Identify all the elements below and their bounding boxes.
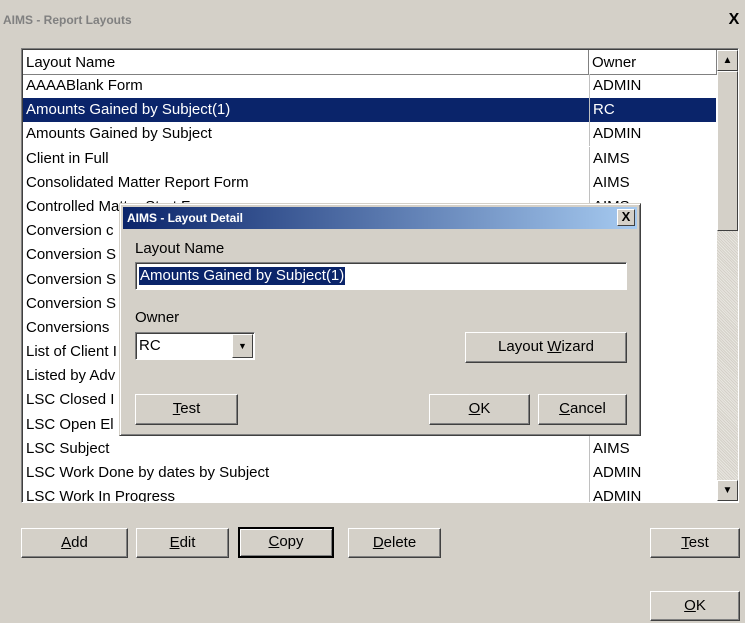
copy-button[interactable]: Copy (238, 527, 334, 558)
window-titlebar: AIMS - Report Layouts X (0, 10, 745, 30)
scroll-up-icon[interactable]: ▲ (717, 50, 738, 71)
dialog-close-icon[interactable]: X (617, 209, 635, 226)
list-header: Layout Name Owner (23, 50, 717, 75)
scroll-down-icon[interactable]: ▼ (717, 480, 738, 501)
list-item[interactable]: LSC Work Done by dates by Subject ADMIN (23, 461, 716, 485)
layout-wizard-button[interactable]: Layout Wizard (465, 332, 627, 363)
list-item[interactable]: AAAABlank Form ADMIN (23, 74, 716, 98)
window-title: AIMS - Report Layouts (3, 13, 132, 27)
owner-cell: RC (589, 98, 717, 123)
layout-name-cell: Consolidated Matter Report Form (26, 173, 249, 191)
owner-cell: ADMIN (589, 122, 717, 147)
layout-name-cell: LSC Work Done by dates by Subject (26, 464, 270, 481)
column-header-layout-name[interactable]: Layout Name (23, 50, 589, 75)
column-header-owner[interactable]: Owner (589, 50, 717, 75)
test-button[interactable]: Test (650, 528, 740, 558)
add-button[interactable]: Add (21, 528, 128, 558)
owner-cell: ADMIN (589, 74, 717, 98)
layout-name-value: Amounts Gained by Subject(1) (139, 267, 346, 285)
list-item[interactable]: LSC Work In Progress ADMIN (23, 485, 717, 503)
layout-name-input[interactable]: Amounts Gained by Subject(1) (135, 262, 627, 290)
vertical-scrollbar[interactable]: ▲ ▼ (717, 50, 738, 501)
edit-button[interactable]: Edit (136, 528, 229, 558)
list-item[interactable]: Consolidated Matter Report Form AIMS (23, 170, 717, 195)
layout-name-cell: LSC Subject (26, 439, 110, 457)
scroll-thumb[interactable] (717, 71, 738, 231)
list-item[interactable]: Client in Full AIMS (23, 146, 717, 171)
dialog-cancel-button[interactable]: Cancel (538, 394, 627, 425)
delete-button[interactable]: Delete (348, 528, 441, 558)
layout-name-cell: Client in Full (26, 149, 109, 167)
owner-cell: ADMIN (589, 461, 717, 485)
owner-cell: AIMS (589, 436, 717, 461)
list-item[interactable]: Amounts Gained by Subject ADMIN (23, 122, 717, 147)
ok-button[interactable]: OK (650, 591, 740, 621)
owner-cell: AIMS (589, 170, 717, 195)
layout-name-cell: Amounts Gained by Subject(1) (26, 101, 231, 119)
list-item[interactable]: Amounts Gained by Subject(1) RC (23, 98, 717, 123)
chevron-down-icon[interactable]: ▼ (232, 334, 253, 358)
owner-select[interactable]: RC ▼ (135, 332, 255, 360)
dialog-test-button[interactable]: Test (135, 394, 238, 425)
layout-name-cell: Amounts Gained by Subject (26, 125, 212, 143)
list-item[interactable]: LSC Subject AIMS (23, 436, 717, 461)
layout-name-label: Layout Name (135, 240, 225, 257)
layout-detail-dialog: AIMS - Layout Detail X Layout Name Amoun… (119, 203, 641, 436)
owner-cell: ADMIN (589, 485, 717, 502)
layout-name-cell: LSC Work In Progress (26, 488, 175, 503)
dialog-title: AIMS - Layout Detail (127, 211, 244, 225)
owner-label: Owner (135, 309, 180, 326)
dialog-ok-button[interactable]: OK (429, 394, 530, 425)
dialog-titlebar: AIMS - Layout Detail X (123, 207, 637, 229)
layout-name-cell: AAAABlank Form (26, 77, 143, 94)
owner-value: RC (139, 337, 161, 354)
close-icon[interactable]: X (726, 12, 742, 28)
owner-cell: AIMS (589, 146, 717, 171)
